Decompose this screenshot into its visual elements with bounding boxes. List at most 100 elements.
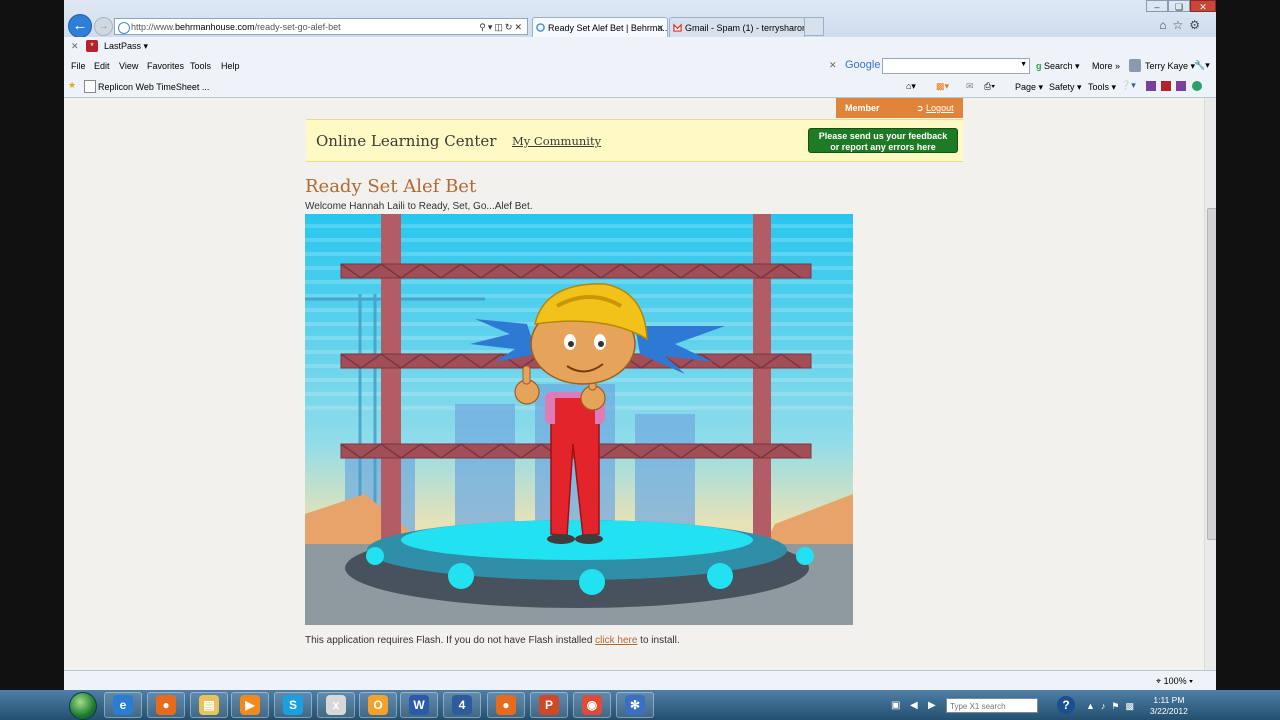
x1-icon[interactable]: ▣ — [891, 700, 900, 711]
forward-nav-icon[interactable]: ▶ — [928, 700, 936, 711]
favorites-star-icon[interactable]: ☆ — [1172, 18, 1189, 32]
back-button[interactable]: ← — [68, 14, 92, 38]
google-g-icon: g — [1036, 61, 1042, 71]
chevron-down-icon[interactable]: ▼ — [1020, 61, 1027, 68]
gmail-icon — [673, 23, 682, 32]
taskbar-powerpoint-button[interactable]: P — [530, 692, 568, 718]
system-clock[interactable]: 1:11 PM 3/22/2012 — [1150, 695, 1188, 717]
taskbar-media-player-button[interactable]: ▶ — [231, 692, 269, 718]
page-menu[interactable]: Page ▾ — [1015, 82, 1043, 93]
logout-link[interactable]: ➲ Logout — [916, 98, 954, 118]
zoom-level: 100% — [1163, 676, 1187, 686]
google-search-input[interactable]: ▼ — [882, 58, 1030, 74]
wrench-icon[interactable]: 🔧▾ — [1194, 60, 1210, 71]
taskbar-outlook-button[interactable]: O — [359, 692, 397, 718]
taskbar-internet-explorer-button[interactable]: e — [104, 692, 142, 718]
menu-edit[interactable]: Edit — [94, 61, 110, 71]
address-bar[interactable]: http://www.behrmanhouse.com/ready-set-go… — [114, 18, 528, 35]
menu-file[interactable]: File — [71, 61, 86, 71]
flash-install-link[interactable]: click here — [595, 635, 637, 646]
print-icon[interactable]: ⎙▾ — [984, 81, 995, 92]
home-icon[interactable]: ⌂ — [1159, 18, 1172, 32]
read-mail-icon[interactable]: ✉ — [966, 81, 974, 92]
tab-label: Gmail - Spam (1) - terrysharon... — [685, 23, 805, 33]
menu-tools[interactable]: Tools — [190, 61, 211, 71]
favorites-item-label: Replicon Web TimeSheet — [98, 82, 200, 92]
status-bar: ⌖ 100% ▾ — [64, 670, 1216, 690]
menu-help[interactable]: Help — [221, 61, 240, 71]
close-toolbar-icon[interactable]: ✕ — [71, 41, 79, 52]
user-menu[interactable]: Terry Kaye ▾ — [1145, 61, 1195, 72]
page-icon — [84, 80, 96, 93]
maximize-button[interactable]: ❏ — [1168, 0, 1190, 12]
user-label: Terry Kaye — [1145, 61, 1189, 71]
firefox-2-icon: ● — [496, 695, 516, 715]
more-label: More — [1092, 61, 1113, 71]
help-icon[interactable]: ? — [1057, 696, 1075, 714]
google-search-button[interactable]: g Search ▾ — [1036, 61, 1080, 72]
taskbar-file-explorer-button[interactable]: ▤ — [190, 692, 228, 718]
close-google-toolbar-icon[interactable]: ✕ — [829, 60, 837, 71]
address-controls[interactable]: ⚲▾◫↻✕ — [479, 19, 524, 36]
help-icon[interactable]: ❔▾ — [1120, 80, 1136, 91]
page-menu-label: Page — [1015, 82, 1037, 92]
forward-arrow-icon: → — [98, 21, 109, 32]
favorites-item-replicon[interactable]: Replicon Web TimeSheet ... — [98, 82, 209, 92]
forward-button[interactable]: → — [94, 17, 113, 36]
outlook-icon: O — [368, 695, 388, 715]
tools-gear-icon[interactable]: ⚙ — [1189, 18, 1206, 32]
x1-search-input[interactable]: Type X1 search — [946, 698, 1038, 713]
feedback-button[interactable]: Please send us your feedback or report a… — [808, 128, 958, 153]
taskbar-chrome-button[interactable]: ◉ — [573, 692, 611, 718]
favorites-more: ... — [201, 82, 210, 92]
tab-ready-set-alef-bet[interactable]: Ready Set Alef Bet | Behrma... ✕ — [532, 17, 668, 37]
welcome-message: Welcome Hannah Laili to Ready, Set, Go..… — [305, 201, 533, 212]
google-logo: Google — [845, 59, 881, 71]
search-label: Search — [1044, 61, 1073, 71]
tab-gmail[interactable]: Gmail - Spam (1) - terrysharon... — [669, 17, 805, 37]
onenote-icon[interactable] — [1146, 81, 1156, 91]
close-window-button[interactable]: ✕ — [1190, 0, 1216, 12]
more-button[interactable]: More » — [1092, 61, 1120, 71]
my-community-link[interactable]: My Community — [512, 134, 601, 148]
back-arrow-icon: ← — [72, 17, 88, 34]
new-tab-button[interactable] — [804, 17, 824, 36]
tab-label: Ready Set Alef Bet | Behrma... — [548, 23, 668, 33]
title-bar: ← → http://www.behrmanhouse.com/ready-se… — [64, 0, 1216, 38]
menu-bar: File Edit View Favorites Tools Help ✕ Go… — [64, 57, 1216, 76]
system-tray-icons[interactable]: ▲♪⚑▩ — [1086, 701, 1140, 712]
tab-close-icon[interactable]: ✕ — [656, 18, 664, 37]
safety-menu[interactable]: Safety ▾ — [1049, 82, 1082, 93]
vertical-scrollbar[interactable] — [1204, 98, 1216, 670]
scrollbar-thumb[interactable] — [1207, 208, 1216, 540]
page-title: Ready Set Alef Bet — [305, 176, 477, 197]
favorites-star-icon[interactable]: ★ — [68, 80, 76, 91]
start-button[interactable] — [69, 692, 97, 720]
onenote-send-icon[interactable] — [1176, 81, 1186, 91]
taskbar-firefox-button[interactable]: ● — [147, 692, 185, 718]
menu-favorites[interactable]: Favorites — [147, 61, 184, 71]
taskbar-word-button[interactable]: W — [400, 692, 438, 718]
back-nav-icon[interactable]: ◀ — [910, 700, 918, 711]
zoom-control[interactable]: ⌖ 100% ▾ — [1156, 676, 1193, 687]
home-icon[interactable]: ⌂▾ — [906, 81, 916, 92]
lastpass-icon[interactable] — [1161, 81, 1171, 91]
taskbar-x1-search-button[interactable]: x — [317, 692, 355, 718]
menu-view[interactable]: View — [119, 61, 138, 71]
x1-search-icon: x — [326, 695, 346, 715]
taskbar-snowflake-app-button[interactable]: ✻ — [616, 692, 654, 718]
desktop: ← → http://www.behrmanhouse.com/ready-se… — [0, 0, 1280, 720]
minimize-button[interactable]: – — [1146, 0, 1168, 12]
taskbar-skype-button[interactable]: S — [274, 692, 312, 718]
rss-feed-icon[interactable]: ▩▾ — [936, 81, 949, 92]
olc-title: Online Learning Center — [316, 132, 497, 150]
lastpass-menu[interactable]: LastPass ▾ — [104, 41, 148, 52]
feedback-line-1: Please send us your feedback — [818, 131, 948, 141]
tools-menu[interactable]: Tools ▾ — [1088, 82, 1116, 93]
home-favorites-tools[interactable]: ⌂☆⚙ — [1159, 18, 1206, 32]
skype-addon-icon[interactable] — [1192, 81, 1202, 91]
tools-menu-label: Tools — [1088, 82, 1110, 92]
taskbar-app-4d-button[interactable]: 4 — [443, 692, 481, 718]
flash-game-area[interactable] — [305, 214, 853, 625]
taskbar-firefox-2-button[interactable]: ● — [487, 692, 525, 718]
